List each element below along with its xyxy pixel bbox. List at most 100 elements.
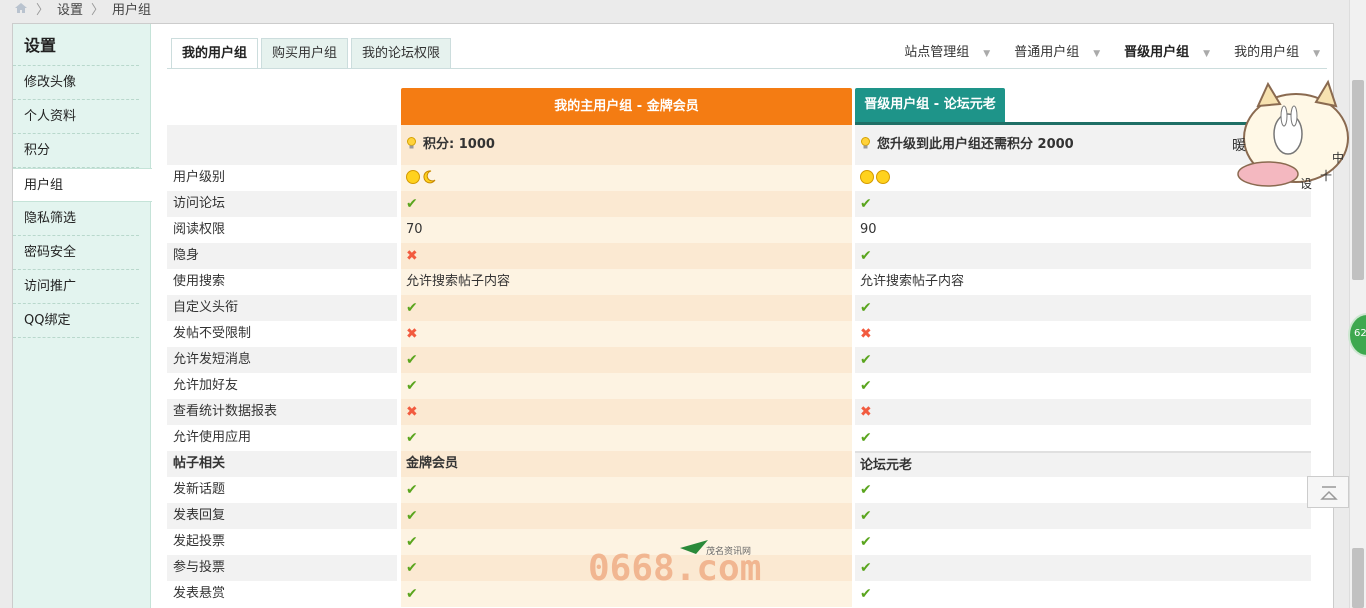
check-icon: ✔ xyxy=(860,352,872,368)
check-icon: ✔ xyxy=(406,196,418,212)
table-row: 发帖不受限制 ✖ ✖ xyxy=(167,321,1312,347)
content-frame: 设置 修改头像 个人资料 积分 用户组 隐私筛选 密码安全 访问推广 QQ绑定 … xyxy=(12,23,1334,608)
nav-normal-group[interactable]: 普通用户组 ▼ xyxy=(1002,44,1112,62)
row-label: 允许使用应用 xyxy=(167,425,397,451)
upgrade-group-cell-text: 论坛元老 xyxy=(860,458,913,473)
row-label: 使用搜索 xyxy=(167,269,397,295)
section-row: 帖子相关 金牌会员 论坛元老 xyxy=(167,451,1312,477)
upgrade-group-cell: ✖ xyxy=(855,399,1311,425)
check-icon: ✔ xyxy=(860,378,872,394)
scrollbar-thumb[interactable] xyxy=(1352,80,1364,280)
sidebar-item-profile[interactable]: 个人资料 xyxy=(13,100,139,134)
nav-my-group-label: 我的用户组 xyxy=(1234,45,1300,60)
nav-admin-group[interactable]: 站点管理组 ▼ xyxy=(892,44,1002,62)
smile-icon xyxy=(406,170,420,184)
check-icon: ✔ xyxy=(860,196,872,212)
current-group-cell: ✖ xyxy=(401,321,852,347)
sidebar-item-password[interactable]: 密码安全 xyxy=(13,236,139,270)
nav-my-group[interactable]: 我的用户组 ▼ xyxy=(1222,44,1332,62)
upgrade-group-cell: ✔ xyxy=(855,243,1311,269)
upgrade-group-cell: 允许搜索帖子内容 xyxy=(855,269,1311,295)
check-icon: ✔ xyxy=(860,300,872,316)
cross-icon: ✖ xyxy=(860,326,872,342)
tab-my-usergroup[interactable]: 我的用户组 xyxy=(171,38,259,69)
row-label: 用户级别 xyxy=(167,165,397,191)
moon-icon xyxy=(422,168,436,184)
cat-mascot-icon[interactable]: 暖 中 设 十 xyxy=(1228,76,1358,192)
current-group-cell xyxy=(401,165,852,191)
row-label: 发帖不受限制 xyxy=(167,321,397,347)
row-label: 帖子相关 xyxy=(167,451,397,477)
upgrade-group-cell: ✔ xyxy=(855,425,1311,451)
mascot-text-mid: 中 xyxy=(1332,150,1344,165)
check-icon: ✔ xyxy=(406,352,418,368)
nav-normal-group-label: 普通用户组 xyxy=(1014,45,1080,60)
breadcrumb-separator: 〉 xyxy=(36,2,50,18)
upgrade-group-cell-text: 允许搜索帖子内容 xyxy=(860,274,965,289)
table-row: 用户级别 xyxy=(167,165,1312,191)
arrow-up-icon xyxy=(1320,486,1338,500)
current-points-text: 积分: 1000 xyxy=(423,137,495,152)
table-row: 隐身 ✖ ✔ xyxy=(167,243,1312,269)
breadcrumb: 〉 设置 〉 用户组 xyxy=(0,0,1366,18)
sidebar-item-points[interactable]: 积分 xyxy=(13,134,139,168)
sidebar-item-usergroup[interactable]: 用户组 xyxy=(13,168,152,202)
check-icon: ✔ xyxy=(406,300,418,316)
current-group-cell: ✔ xyxy=(401,295,852,321)
current-group-cell-text: 70 xyxy=(406,222,423,237)
check-icon: ✔ xyxy=(406,378,418,394)
row-label: 隐身 xyxy=(167,243,397,269)
sidebar-item-qq[interactable]: QQ绑定 xyxy=(13,304,139,338)
sidebar-item-promotion[interactable]: 访问推广 xyxy=(13,270,139,304)
mascot-text-warm: 暖 xyxy=(1232,138,1246,154)
current-group-cell: ✔ xyxy=(401,425,852,451)
tab-buy-usergroup[interactable]: 购买用户组 xyxy=(261,38,349,69)
current-group-cell: ✔ xyxy=(401,503,852,529)
breadcrumb-settings[interactable]: 设置 xyxy=(57,0,83,18)
scrollbar-thumb-lower[interactable] xyxy=(1352,548,1364,608)
check-icon: ✔ xyxy=(406,430,418,446)
table-row: 发新话题 ✔ ✔ xyxy=(167,477,1312,503)
check-icon: ✔ xyxy=(860,508,872,524)
breadcrumb-usergroup[interactable]: 用户组 xyxy=(112,0,151,18)
row-label: 发起投票 xyxy=(167,529,397,555)
nav-upgrade-group[interactable]: 晋级用户组 ▼ xyxy=(1112,44,1222,62)
upgrade-group-cell: ✔ xyxy=(855,477,1311,503)
row-label: 允许发短消息 xyxy=(167,347,397,373)
home-icon[interactable] xyxy=(14,2,28,14)
check-icon: ✔ xyxy=(406,482,418,498)
sidebar-item-avatar[interactable]: 修改头像 xyxy=(13,66,139,100)
current-group-cell-text: 金牌会员 xyxy=(406,456,459,471)
table-row: 阅读权限 70 90 xyxy=(167,217,1312,243)
upgrade-group-cell: ✔ xyxy=(855,555,1311,581)
current-group-cell: ✔ xyxy=(401,477,852,503)
caret-down-icon: ▼ xyxy=(1313,49,1320,59)
tab-divider xyxy=(167,68,1327,69)
sidebar-item-privacy[interactable]: 隐私筛选 xyxy=(13,202,139,236)
upgrade-group-cell: ✔ xyxy=(855,373,1311,399)
upgrade-group-cell: ✔ xyxy=(855,503,1311,529)
row-label: 发表回复 xyxy=(167,503,397,529)
cross-icon: ✖ xyxy=(406,326,418,342)
check-icon: ✔ xyxy=(860,586,872,602)
sidebar-title: 设置 xyxy=(13,24,139,66)
table-row: 允许发短消息 ✔ ✔ xyxy=(167,347,1312,373)
mascot-text-ten: 十 xyxy=(1320,169,1332,183)
upgrade-group-cell: ✖ xyxy=(855,321,1311,347)
row-label: 发表悬赏 xyxy=(167,581,397,607)
upgrade-group-cell: ✔ xyxy=(855,347,1311,373)
back-to-top-button[interactable] xyxy=(1307,476,1349,508)
current-group-cell: 70 xyxy=(401,217,852,243)
mascot-text-set: 设 xyxy=(1300,177,1312,191)
upgrade-group-cell-text: 90 xyxy=(860,222,877,237)
tab-forum-permissions[interactable]: 我的论坛权限 xyxy=(351,38,452,69)
smile-icon xyxy=(876,170,890,184)
check-icon: ✔ xyxy=(860,482,872,498)
points-row-label xyxy=(167,125,397,165)
row-label: 访问论坛 xyxy=(167,191,397,217)
caret-down-icon: ▼ xyxy=(1093,49,1101,59)
current-points: 积分: 1000 xyxy=(401,125,852,165)
row-label: 发新话题 xyxy=(167,477,397,503)
check-icon: ✔ xyxy=(860,560,872,576)
upgrade-group-cell: ✔ xyxy=(855,191,1311,217)
